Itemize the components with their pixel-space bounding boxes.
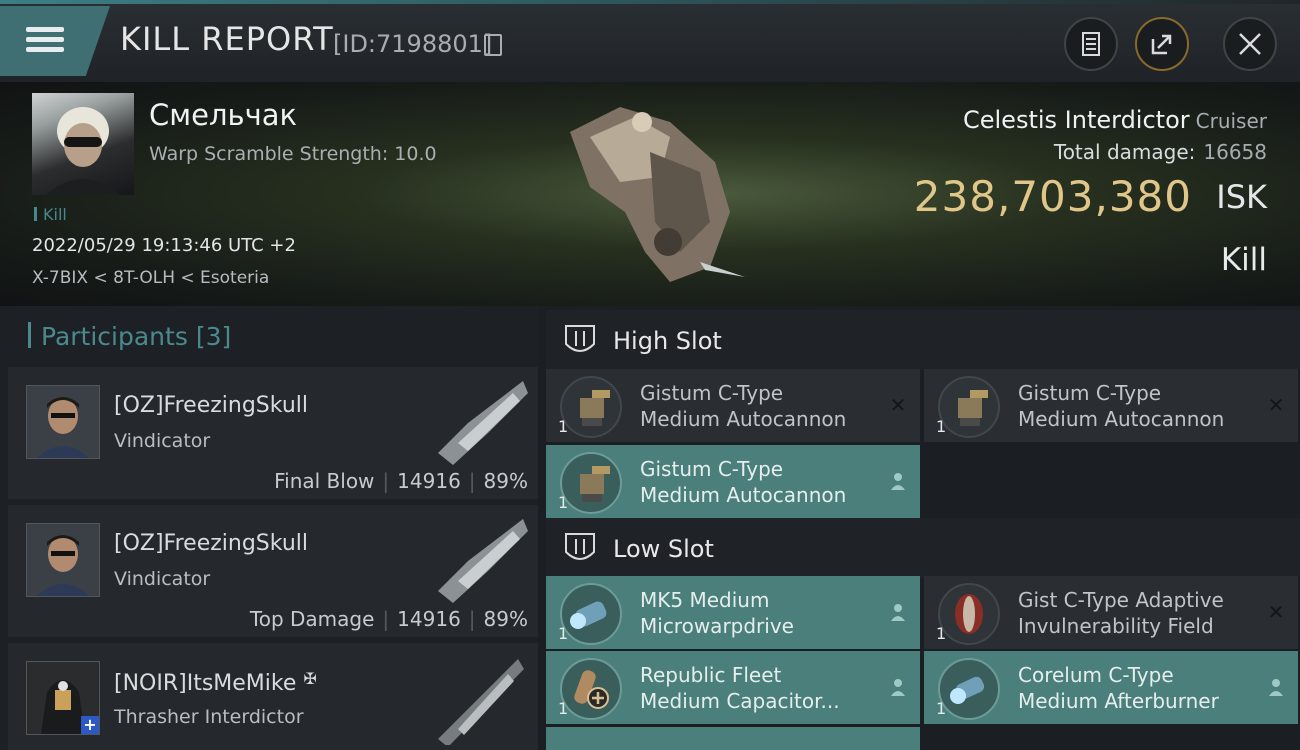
autocannon-icon xyxy=(560,376,622,438)
low-slot-item-partial[interactable] xyxy=(546,727,920,750)
slot-qty: 1 xyxy=(558,493,569,512)
low-slot-icon xyxy=(565,533,595,560)
clipboard-icon xyxy=(1082,32,1100,56)
slot-item-subname: Medium Autocannon xyxy=(640,483,847,507)
microwarpdrive-icon xyxy=(560,583,622,645)
participant-row[interactable]: + [NOIR]ItsMeMike ✠ Thrasher Interdictor xyxy=(8,643,538,750)
autocannon-icon xyxy=(938,376,1000,438)
slot-qty: 1 xyxy=(936,417,947,436)
kill-location: X-7BIX < 8T-OLH < Esoteria xyxy=(32,268,270,288)
slot-item-name: Gistum C-Type xyxy=(640,457,784,481)
victim-name: Смельчак xyxy=(149,98,298,132)
high-slot-item[interactable]: 1 Gistum C-Type Medium Autocannon ✕ xyxy=(546,369,920,442)
clipboard-button[interactable] xyxy=(1064,17,1118,71)
warp-scramble-strength: Warp Scramble Strength: 10.0 xyxy=(149,143,437,165)
low-slot-item[interactable]: 1 Corelum C-Type Medium Afterburner xyxy=(924,651,1298,724)
low-slot-item[interactable]: 1 MK5 Medium Microwarpdrive xyxy=(546,576,920,649)
isk-value: 238,703,380 xyxy=(913,172,1192,221)
shield-hardener-icon xyxy=(938,583,1000,645)
destroyed-icon: ✕ xyxy=(1267,393,1285,417)
victim-ship-image xyxy=(570,107,745,282)
slot-item-subname: Medium Afterburner xyxy=(1018,689,1219,713)
total-damage: Total damage: 16658 xyxy=(1053,140,1267,164)
page-title: KILL REPORT xyxy=(120,20,334,58)
slot-item-subname: Invulnerability Field xyxy=(1018,614,1214,638)
slot-item-name: Gistum C-Type xyxy=(1018,381,1162,405)
participant-row[interactable]: [OZ]FreezingSkull Vindicator Final Blow |… xyxy=(8,367,538,499)
report-id: [ID:7198801] xyxy=(333,30,493,58)
participant-ship: Vindicator xyxy=(114,568,211,590)
destroyed-icon: ✕ xyxy=(889,393,907,417)
slot-qty: 1 xyxy=(558,624,569,643)
close-icon xyxy=(1239,33,1261,55)
close-button[interactable] xyxy=(1223,17,1277,71)
dropped-person-icon xyxy=(1269,679,1283,696)
capacitor-icon xyxy=(560,658,622,720)
share-icon xyxy=(1151,34,1172,55)
participant-ship-image xyxy=(438,381,528,465)
high-slot-item[interactable]: 1 Gistum C-Type Medium Autocannon ✕ xyxy=(924,369,1298,442)
low-slot-header: Low Slot xyxy=(546,518,1300,578)
participant-name: [NOIR]ItsMeMike ✠ xyxy=(114,669,317,696)
slot-qty: 1 xyxy=(558,699,569,718)
participant-stats: Top Damage | 14916 | 89% xyxy=(249,607,528,631)
victim-avatar[interactable] xyxy=(32,93,134,195)
victim-ship-class: Cruiser xyxy=(1195,109,1267,133)
top-accent-line xyxy=(0,0,1300,4)
destroyed-icon: ✕ xyxy=(1267,600,1285,624)
slot-item-name: Republic Fleet xyxy=(640,663,782,687)
slot-item-name: Gist C-Type Adaptive xyxy=(1018,588,1224,612)
low-slot-item[interactable]: 1 Gist C-Type Adaptive Invulnerability F… xyxy=(924,576,1298,649)
participant-avatar[interactable]: + xyxy=(26,661,100,735)
isk-unit: ISK xyxy=(1216,178,1267,216)
afterburner-icon xyxy=(938,658,1000,720)
share-button[interactable] xyxy=(1135,17,1189,71)
slot-item-name: Gistum C-Type xyxy=(640,381,784,405)
participant-ship-image xyxy=(438,519,528,603)
low-slot-item[interactable]: 1 Republic Fleet Medium Capacitor... xyxy=(546,651,920,724)
participant-ship-image xyxy=(438,659,524,745)
slot-item-subname: Medium Capacitor... xyxy=(640,689,840,713)
slot-item-name: MK5 Medium xyxy=(640,588,770,612)
high-slot-item[interactable]: 1 Gistum C-Type Medium Autocannon xyxy=(546,445,920,518)
dropped-person-icon xyxy=(891,679,905,696)
copy-icon[interactable] xyxy=(484,34,502,56)
participant-row[interactable]: [OZ]FreezingSkull Vindicator Top Damage |… xyxy=(8,505,538,637)
plus-badge-icon: + xyxy=(81,716,99,734)
participant-stats: Final Blow | 14916 | 89% xyxy=(274,469,528,493)
rank-badge-icon: ✠ xyxy=(303,669,317,688)
participants-header: Participants [3] xyxy=(28,322,231,351)
slot-item-subname: Medium Autocannon xyxy=(1018,407,1225,431)
victim-ship-name: Celestis Interdictor Cruiser xyxy=(962,106,1267,134)
kill-result: Kill xyxy=(1220,242,1267,278)
kill-datetime: 2022/05/29 19:13:46 UTC +2 xyxy=(32,235,296,256)
dropped-person-icon xyxy=(891,473,905,490)
participant-avatar[interactable] xyxy=(26,385,100,459)
participant-name: [OZ]FreezingSkull xyxy=(114,531,309,556)
participant-avatar[interactable] xyxy=(26,523,100,597)
slot-qty: 1 xyxy=(936,624,947,643)
top-bar: KILL REPORT [ID:7198801] xyxy=(0,0,1300,82)
participant-ship: Thrasher Interdictor xyxy=(114,706,304,728)
high-slot-header: High Slot xyxy=(546,310,1300,370)
participant-ship: Vindicator xyxy=(114,430,211,452)
slot-item-name: Corelum C-Type xyxy=(1018,663,1174,687)
low-slot-label: Low Slot xyxy=(613,535,714,563)
dropped-person-icon xyxy=(891,604,905,621)
slot-qty: 1 xyxy=(558,417,569,436)
menu-button[interactable] xyxy=(0,6,110,76)
slot-item-subname: Microwarpdrive xyxy=(640,614,794,638)
high-slot-icon xyxy=(565,325,595,352)
participant-name: [OZ]FreezingSkull xyxy=(114,393,309,418)
high-slot-label: High Slot xyxy=(613,327,722,355)
autocannon-icon xyxy=(560,452,622,514)
slot-item-subname: Medium Autocannon xyxy=(640,407,847,431)
slot-qty: 1 xyxy=(936,699,947,718)
kill-tag: Kill xyxy=(34,205,67,224)
